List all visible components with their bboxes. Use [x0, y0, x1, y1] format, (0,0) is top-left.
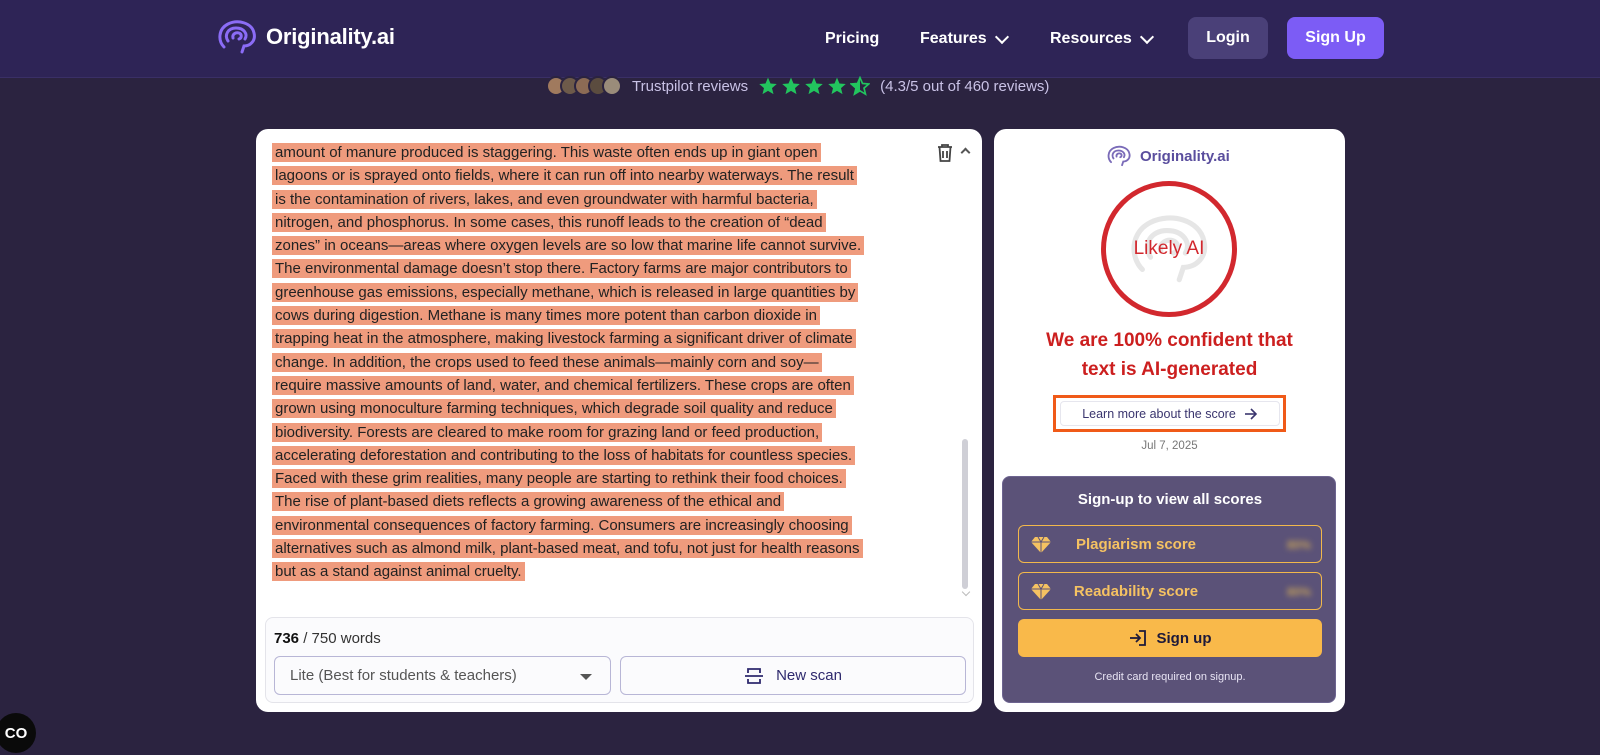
login-button[interactable]: Login [1188, 17, 1268, 59]
highlighted-line: biodiversity. Forests are cleared to mak… [272, 422, 823, 442]
highlighted-line: cows during digestion. Methane is many t… [272, 306, 820, 326]
nav-features-label: Features [920, 30, 987, 47]
word-count-value: 736 [274, 630, 300, 647]
new-scan-label: New scan [776, 667, 842, 684]
scan-date: Jul 7, 2025 [1141, 440, 1198, 452]
plagiarism-score-row[interactable]: Plagiarism score 80% [1018, 525, 1322, 563]
signup-button[interactable]: Sign Up [1287, 17, 1384, 59]
blurred-score: 80% [1286, 585, 1311, 599]
scan-icon [745, 667, 764, 684]
chevron-down-icon [994, 29, 1009, 44]
arrow-right-icon [1244, 407, 1257, 420]
nav-resources-label: Resources [1050, 30, 1132, 47]
result-panel: Originality.ai Likely AI We are 100% con… [994, 129, 1345, 712]
text-editor-panel: amount of manure produced is staggering.… [256, 129, 982, 712]
trustpilot-label: Trustpilot reviews [632, 77, 749, 95]
result-brand-name: Originality.ai [1140, 147, 1230, 165]
dropdown-arrow-icon [580, 674, 592, 680]
brain-logo-icon [218, 20, 256, 54]
confidence-statement: We are 100% confident that text is AI-ge… [994, 326, 1345, 384]
plagiarism-score-label: Plagiarism score [1075, 535, 1197, 553]
scan-controls: 736 / 750 words Lite (Best for students … [265, 617, 974, 703]
rating-stars [758, 76, 871, 96]
upsell-signup-button[interactable]: Sign up [1018, 619, 1322, 657]
trustpilot-row[interactable]: Trustpilot reviews (4.3/5 out of 460 rev… [546, 74, 1049, 98]
credit-card-note: Credit card required on signup. [1094, 671, 1246, 683]
highlighted-line: nitrogen, and phosphorus. In some cases,… [272, 212, 826, 232]
highlighted-line: Faced with these grim realities, many pe… [272, 469, 846, 489]
word-limit: / 750 words [303, 630, 381, 647]
highlighted-line: lagoons or is sprayed onto fields, where… [272, 166, 857, 186]
nav-features[interactable]: Features [920, 0, 1009, 78]
half-star-icon [850, 76, 871, 96]
highlighted-line: require massive amounts of land, water, … [272, 375, 854, 395]
confidence-line-2: text is AI-generated [1081, 359, 1258, 380]
highlighted-line: zones” in oceans—areas where oxygen leve… [272, 236, 865, 256]
star-icon [805, 77, 823, 95]
verdict-label: Likely AI [1133, 238, 1205, 259]
highlighted-line: greenhouse gas emissions, especially met… [272, 282, 859, 302]
highlighted-line: but as a stand against animal cruelty. [272, 562, 525, 582]
brain-logo-icon [1107, 145, 1131, 167]
signup-upsell: Sign-up to view all scores Plagiarism sc… [1002, 476, 1336, 703]
avatar [602, 76, 622, 96]
nav-resources[interactable]: Resources [1050, 0, 1154, 78]
result-brand: Originality.ai [1106, 145, 1230, 167]
highlighted-line: accelerating deforestation and contribut… [272, 445, 856, 465]
highlighted-line: The environmental damage doesn’t stop th… [272, 259, 851, 279]
brand-name: Originality.ai [266, 24, 395, 49]
scrollbar[interactable] [962, 439, 968, 589]
model-select[interactable]: Lite (Best for students & teachers) [274, 656, 611, 695]
upsell-title: Sign-up to view all scores [1077, 491, 1263, 508]
highlighted-line: alternatives such as almond milk, plant-… [272, 539, 863, 559]
cookie-consent-badge[interactable]: CO [0, 713, 36, 753]
learn-more-button[interactable]: Learn more about the score [1060, 401, 1280, 426]
highlighted-line: change. In addition, the crops used to f… [272, 352, 822, 372]
nav-pricing[interactable]: Pricing [825, 0, 879, 78]
learn-more-label: Learn more about the score [1082, 406, 1236, 421]
chevron-down-icon [1139, 29, 1154, 44]
scanned-text[interactable]: amount of manure produced is staggering.… [272, 141, 912, 611]
star-icon [782, 77, 800, 95]
brand-logo[interactable]: Originality.ai [216, 19, 395, 55]
rating-summary: (4.3/5 out of 460 reviews) [880, 77, 1050, 95]
star-icon [828, 77, 846, 95]
verdict-circle: Likely AI [1101, 181, 1237, 317]
readability-score-row[interactable]: Readability score 80% [1018, 572, 1322, 610]
new-scan-button[interactable]: New scan [620, 656, 966, 695]
highlighted-line: is the contamination of rivers, lakes, a… [272, 189, 817, 209]
scroll-down-icon[interactable] [961, 587, 971, 597]
star-icon [759, 77, 777, 95]
collapse-up-icon[interactable] [960, 147, 971, 158]
highlighted-line: environmental consequences of factory fa… [272, 515, 852, 535]
model-select-value: Lite (Best for students & teachers) [290, 667, 517, 684]
highlighted-line: amount of manure produced is staggering.… [272, 143, 821, 162]
top-navbar: Originality.ai Pricing Features Resource… [0, 0, 1600, 78]
trash-icon[interactable] [936, 143, 954, 163]
reviewer-avatars [546, 76, 622, 96]
confidence-line-1: We are 100% confident that [1046, 330, 1293, 351]
highlighted-line: The rise of plant-based diets reflects a… [272, 492, 785, 512]
readability-score-label: Readability score [1073, 582, 1199, 600]
highlighted-line: trapping heat in the atmosphere, making … [272, 329, 856, 349]
word-counter: 736 / 750 words [274, 630, 381, 647]
blurred-score: 80% [1286, 538, 1311, 552]
upsell-signup-label: Sign up [1156, 629, 1212, 647]
sign-in-icon [1129, 630, 1146, 646]
highlighted-line: grown using monoculture farming techniqu… [272, 399, 836, 419]
nav-pricing-label: Pricing [825, 30, 880, 47]
